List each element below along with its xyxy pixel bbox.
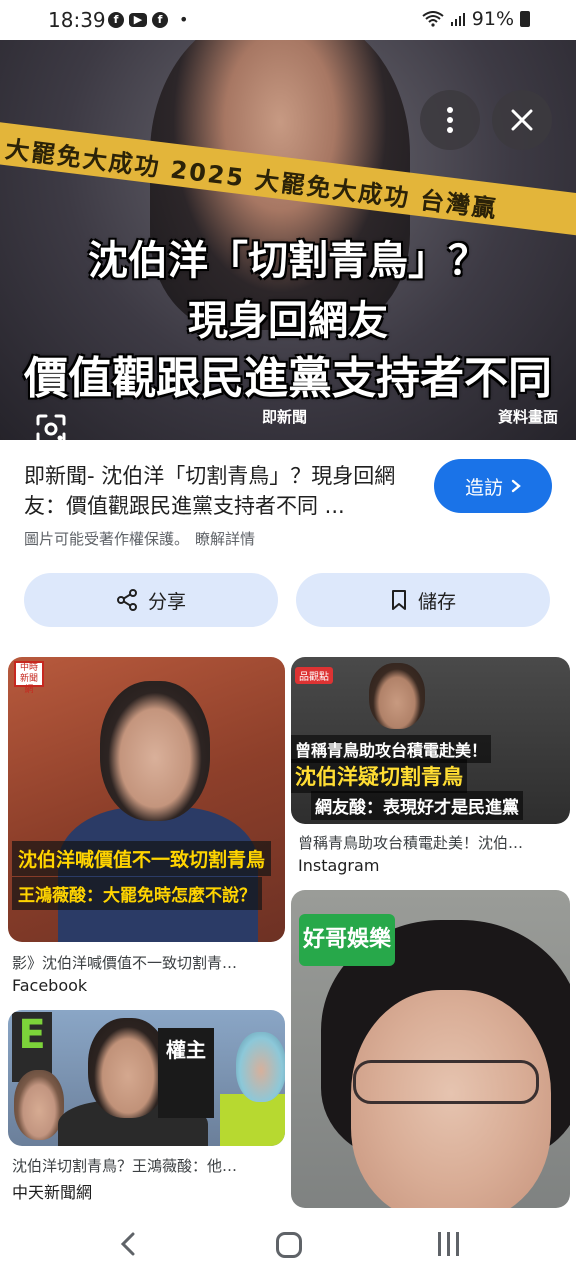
glasses — [353, 1060, 539, 1104]
battery-icon — [520, 11, 530, 27]
copyright-text: 圖片可能受著作權保護。 — [24, 530, 190, 548]
news-logo: 品觀點 — [295, 667, 333, 684]
result-title[interactable]: 即新聞- 沈伯洋「切割青鳥」？現身回網友：價值觀跟民進黨支持者不同 ... — [24, 461, 416, 521]
chevron-right-icon — [511, 479, 521, 493]
card-source[interactable]: 中天新聞網 — [12, 1179, 92, 1203]
related-image-2[interactable]: 品觀點 曾稱青鳥助攻台積電赴美！ 沈伯洋疑切割青鳥 網友酸：表現好才是民進黨 — [291, 657, 570, 824]
save-label: 儲存 — [417, 590, 456, 613]
hero-headline-3: 價值觀跟民進黨支持者不同 — [24, 353, 552, 404]
hero-credit-source: 即新聞 — [262, 408, 308, 426]
status-right: 91% — [422, 8, 530, 30]
facebook-icon: f — [108, 11, 124, 28]
close-button[interactable] — [492, 90, 552, 150]
signal-icon — [450, 13, 465, 26]
person-photo — [100, 681, 210, 821]
status-bar: 18:39 f ▶ f • 91% — [0, 0, 576, 40]
close-icon — [511, 109, 533, 131]
card-caption[interactable]: 影》沈伯洋喊價值不一致切割青… — [12, 952, 282, 973]
hero-headline-2: 現身回網友 — [188, 298, 388, 344]
save-button[interactable]: 儲存 — [296, 573, 550, 627]
image-overlay-text: 王鴻薇酸：大罷免時怎麼不說？ — [12, 877, 262, 910]
visit-label: 造訪 — [464, 476, 503, 499]
home-icon[interactable] — [276, 1232, 302, 1258]
news-logo: 好哥娛樂 — [299, 914, 395, 966]
hero-image[interactable]: 大罷免大成功 2025 大罷免大成功 台灣贏 沈伯洋「切割青鳥」？ 現身回網友 … — [0, 40, 576, 440]
card-source[interactable]: Facebook — [12, 976, 87, 995]
person-photo — [236, 1032, 285, 1102]
battery-percent: 91% — [471, 8, 514, 30]
related-image-3[interactable]: E 權主 — [8, 1010, 285, 1146]
image-overlay-text: 沈伯洋喊價值不一致切割青鳥 — [12, 841, 272, 876]
news-logo: 中時新聞網 — [14, 661, 44, 695]
notification-dot: • — [179, 10, 189, 29]
lens-icon[interactable] — [32, 410, 70, 440]
status-time: 18:39 — [48, 8, 106, 32]
status-app-icons: f ▶ f • — [108, 10, 188, 29]
protest-sign: 權主 — [158, 1028, 214, 1118]
card-caption[interactable]: 曾稱青鳥助攻台積電赴美！沈伯… — [298, 832, 566, 853]
facebook-icon: f — [152, 11, 168, 28]
share-button[interactable]: 分享 — [24, 573, 278, 627]
hero-headline-1: 沈伯洋「切割青鳥」？ — [88, 238, 488, 284]
image-overlay-text: 網友酸：表現好才是民進黨 — [311, 791, 523, 820]
youtube-icon: ▶ — [129, 12, 147, 27]
card-caption[interactable]: 沈伯洋切割青鳥？王鴻薇酸：他… — [12, 1155, 282, 1176]
learn-more-link[interactable]: 瞭解詳情 — [195, 530, 255, 548]
more-options-button[interactable] — [420, 90, 480, 150]
person-photo — [369, 663, 425, 729]
share-icon — [116, 589, 137, 611]
kebab-icon — [447, 107, 453, 133]
back-icon[interactable] — [115, 1230, 143, 1258]
person-photo — [14, 1070, 64, 1140]
person-photo — [88, 1018, 168, 1118]
hero-credit-note: 資料畫面 — [498, 408, 559, 426]
system-nav-bar — [0, 1208, 576, 1280]
bookmark-icon — [391, 590, 406, 610]
card-source[interactable]: Instagram — [298, 856, 379, 875]
image-overlay-text: 沈伯洋疑切割青鳥 — [291, 759, 467, 793]
visit-button[interactable]: 造訪 — [434, 459, 552, 513]
related-image-4[interactable]: 好哥娛樂 — [291, 890, 570, 1208]
related-image-1[interactable]: 中時新聞網 沈伯洋喊價值不一致切割青鳥 王鴻薇酸：大罷免時怎麼不說？ — [8, 657, 285, 942]
share-label: 分享 — [147, 590, 186, 613]
copyright-notice: 圖片可能受著作權保護。 瞭解詳情 — [24, 528, 255, 549]
recents-icon[interactable] — [438, 1232, 459, 1256]
wifi-icon — [422, 11, 444, 27]
